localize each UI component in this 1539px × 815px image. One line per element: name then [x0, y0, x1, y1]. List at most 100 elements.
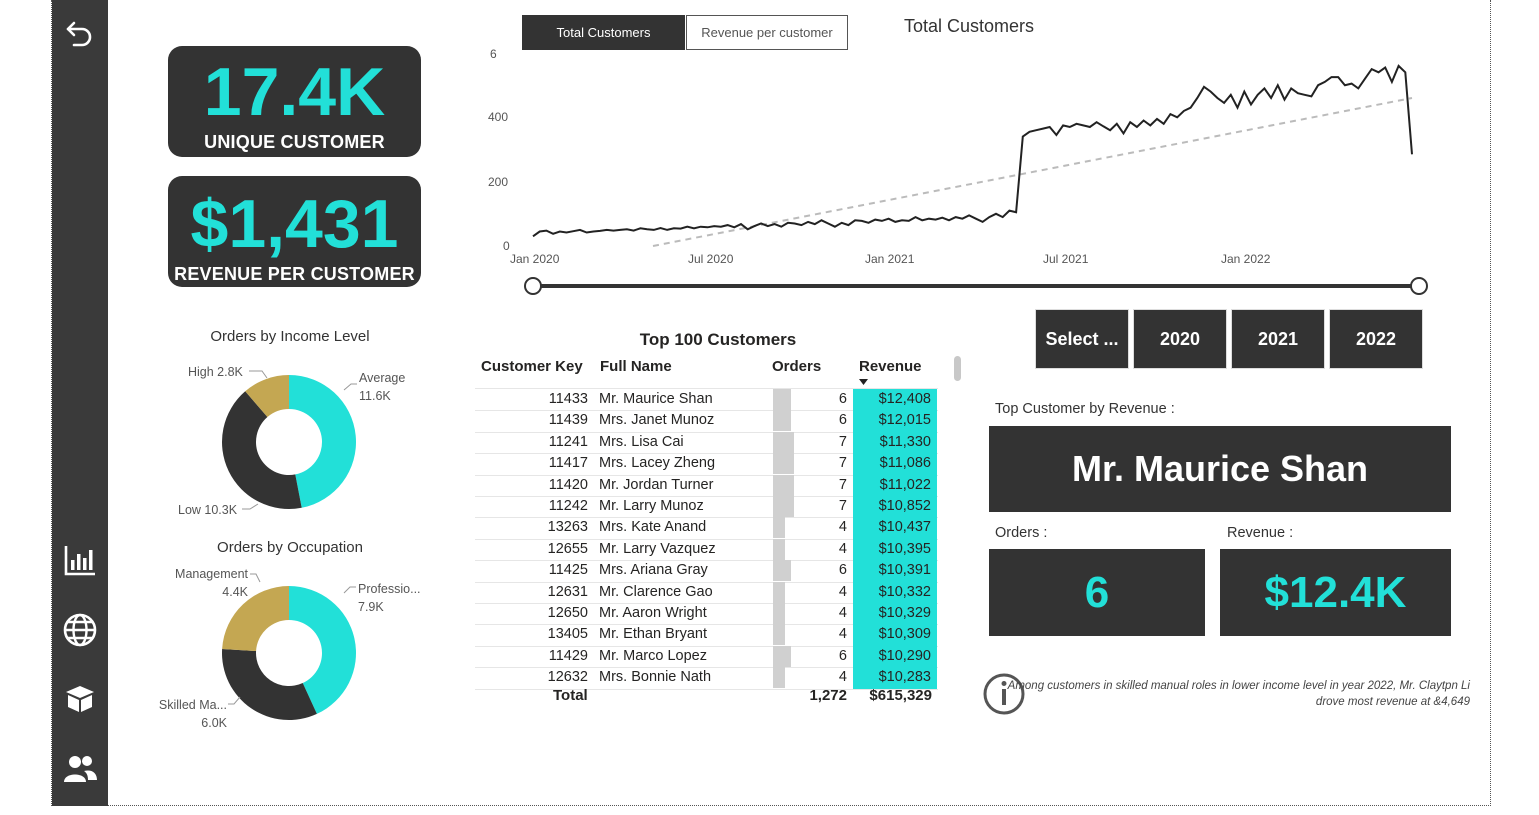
year-slicer-2020[interactable]: 2020: [1134, 310, 1226, 368]
cell-orders: 7: [838, 476, 847, 493]
y-tick-label: 200: [488, 175, 508, 189]
y-tick-label: 6: [490, 47, 497, 61]
cell-revenue: $10,329: [853, 603, 937, 625]
cell-customer-key: 11433: [548, 391, 588, 407]
year-slicer-select-all[interactable]: Select ...: [1036, 310, 1128, 368]
cell-full-name: Mr. Larry Vazquez: [599, 540, 716, 557]
occupation-label-professional: Professio... 7.9K: [358, 582, 421, 614]
table-scrollbar[interactable]: [954, 356, 961, 381]
col-header-full-name[interactable]: Full Name: [600, 358, 672, 375]
cell-full-name: Mrs. Kate Anand: [599, 519, 707, 536]
cell-orders: 4: [838, 540, 847, 557]
table-row[interactable]: 11433 Mr. Maurice Shan 6 $12,408: [475, 389, 938, 412]
occupation-donut-title: Orders by Occupation: [217, 539, 363, 556]
cell-full-name: Mr. Maurice Shan: [599, 391, 713, 407]
cell-full-name: Mrs. Bonnie Nath: [599, 669, 712, 686]
year-slicer-2021[interactable]: 2021: [1232, 310, 1324, 368]
y-tick-label: 400: [488, 110, 508, 124]
cell-customer-key: 11425: [548, 562, 588, 579]
sort-desc-icon: [859, 379, 868, 385]
unique-customer-label: UNIQUE CUSTOMER: [204, 132, 385, 152]
back-arrow-icon[interactable]: [60, 12, 100, 52]
table-row[interactable]: 12650 Mr. Aaron Wright 4 $10,329: [475, 603, 938, 626]
cell-full-name: Mr. Jordan Turner: [599, 476, 714, 493]
cell-customer-key: 13405: [547, 626, 588, 643]
top-customer-orders: 6: [989, 549, 1205, 636]
bar-chart-icon[interactable]: [60, 540, 100, 580]
cell-customer-key: 12655: [547, 540, 588, 557]
cell-full-name: Mrs. Lacey Zheng: [599, 455, 716, 472]
x-tick-label: Jul 2020: [688, 252, 734, 266]
users-icon[interactable]: [60, 748, 100, 788]
customers-series-line: [532, 64, 1413, 238]
table-row[interactable]: 11439 Mrs. Janet Munoz 6 $12,015: [475, 410, 938, 433]
table-row[interactable]: 11429 Mr. Marco Lopez 6 $10,290: [475, 645, 938, 669]
y-tick-label: 0: [503, 239, 510, 253]
table-row[interactable]: 12655 Mr. Larry Vazquez 4 $10,395: [475, 538, 938, 562]
insight-text: Among customers in skilled manual roles …: [1003, 678, 1470, 710]
occupation-label-skilled: Skilled Ma... 6.0K: [158, 698, 227, 730]
trend-line: [652, 97, 1413, 247]
date-range-slider-end-handle[interactable]: [1410, 277, 1428, 295]
revenue-per-customer-value: $1,431: [190, 186, 399, 262]
cell-revenue: $10,391: [853, 560, 937, 582]
cell-full-name: Mr. Ethan Bryant: [599, 626, 707, 643]
cell-orders: 6: [838, 412, 847, 429]
cell-revenue: $11,330: [853, 431, 937, 454]
cell-orders: 4: [838, 519, 847, 536]
cell-full-name: Mrs. Janet Munoz: [599, 412, 715, 429]
year-slicer-2022[interactable]: 2022: [1330, 310, 1422, 368]
total-customers-line-chart: 6 400 200 0 Jan 2020 Jul 2020 Jan 2021 J…: [488, 47, 1428, 295]
table-title: Top 100 Customers: [639, 330, 797, 349]
col-header-orders[interactable]: Orders: [772, 358, 821, 375]
unique-customer-card: 17.4K UNIQUE CUSTOMER: [168, 46, 421, 157]
table-row[interactable]: 13263 Mrs. Kate Anand 4 $10,437: [475, 517, 938, 540]
revenue-per-customer-label: REVENUE PER CUSTOMER: [174, 264, 415, 284]
income-label-high: High 2.8K: [188, 365, 243, 379]
table-row[interactable]: 11417 Mrs. Lacey Zheng 7 $11,086: [475, 453, 938, 476]
cell-revenue: $11,022: [853, 474, 937, 496]
table-row[interactable]: 11420 Mr. Jordan Turner 7 $11,022: [475, 474, 938, 497]
globe-icon[interactable]: [60, 610, 100, 650]
cell-customer-key: 12631: [547, 583, 588, 600]
cell-revenue: $10,852: [853, 496, 937, 518]
cell-orders: 6: [838, 391, 847, 407]
cell-full-name: Mr. Marco Lopez: [599, 647, 707, 664]
col-header-revenue[interactable]: Revenue: [859, 358, 922, 375]
cell-revenue: $10,437: [853, 517, 937, 539]
top-customer-name: Mr. Maurice Shan: [989, 426, 1451, 512]
table-row[interactable]: 13405 Mr. Ethan Bryant 4 $10,309: [475, 624, 938, 647]
date-range-slider-start-handle[interactable]: [524, 277, 542, 295]
cell-revenue: $12,408: [853, 389, 937, 411]
cell-customer-key: 11417: [548, 455, 588, 472]
cell-full-name: Mrs. Ariana Gray: [599, 562, 708, 579]
x-tick-label: Jan 2021: [865, 252, 915, 266]
total-orders: 1,272: [809, 687, 847, 704]
table-row[interactable]: 12631 Mr. Clarence Gao 4 $10,332: [475, 581, 938, 604]
x-tick-label: Jul 2021: [1043, 252, 1089, 266]
cell-revenue: $10,395: [853, 538, 937, 561]
table-row[interactable]: 11425 Mrs. Ariana Gray 6 $10,391: [475, 560, 938, 583]
cell-orders: 6: [838, 562, 847, 579]
cell-full-name: Mrs. Lisa Cai: [599, 433, 684, 450]
x-tick-label: Jan 2022: [1221, 252, 1271, 266]
box-icon[interactable]: [60, 678, 100, 718]
unique-customer-value: 17.4K: [203, 54, 386, 130]
cell-revenue: $12,015: [853, 410, 937, 432]
cell-revenue: $10,283: [853, 667, 937, 689]
total-revenue: $615,329: [869, 687, 932, 704]
cell-orders: 4: [838, 583, 847, 600]
table-row[interactable]: 11241 Mrs. Lisa Cai 7 $11,330: [475, 431, 938, 455]
cell-revenue: $10,332: [853, 581, 937, 603]
cell-customer-key: 11439: [548, 412, 588, 429]
table-row[interactable]: 11242 Mr. Larry Munoz 7 $10,852: [475, 496, 938, 519]
cell-customer-key: 13263: [547, 519, 588, 536]
income-label-low: Low 10.3K: [178, 503, 238, 517]
cell-full-name: Mr. Aaron Wright: [599, 605, 707, 621]
revenue-label: Revenue :: [1227, 525, 1294, 541]
cell-orders: 7: [838, 498, 847, 514]
col-header-customer-key[interactable]: Customer Key: [481, 358, 583, 375]
cell-orders: 4: [838, 669, 847, 686]
income-donut-title: Orders by Income Level: [210, 328, 370, 345]
revenue-per-customer-card: $1,431 REVENUE PER CUSTOMER: [168, 176, 421, 287]
